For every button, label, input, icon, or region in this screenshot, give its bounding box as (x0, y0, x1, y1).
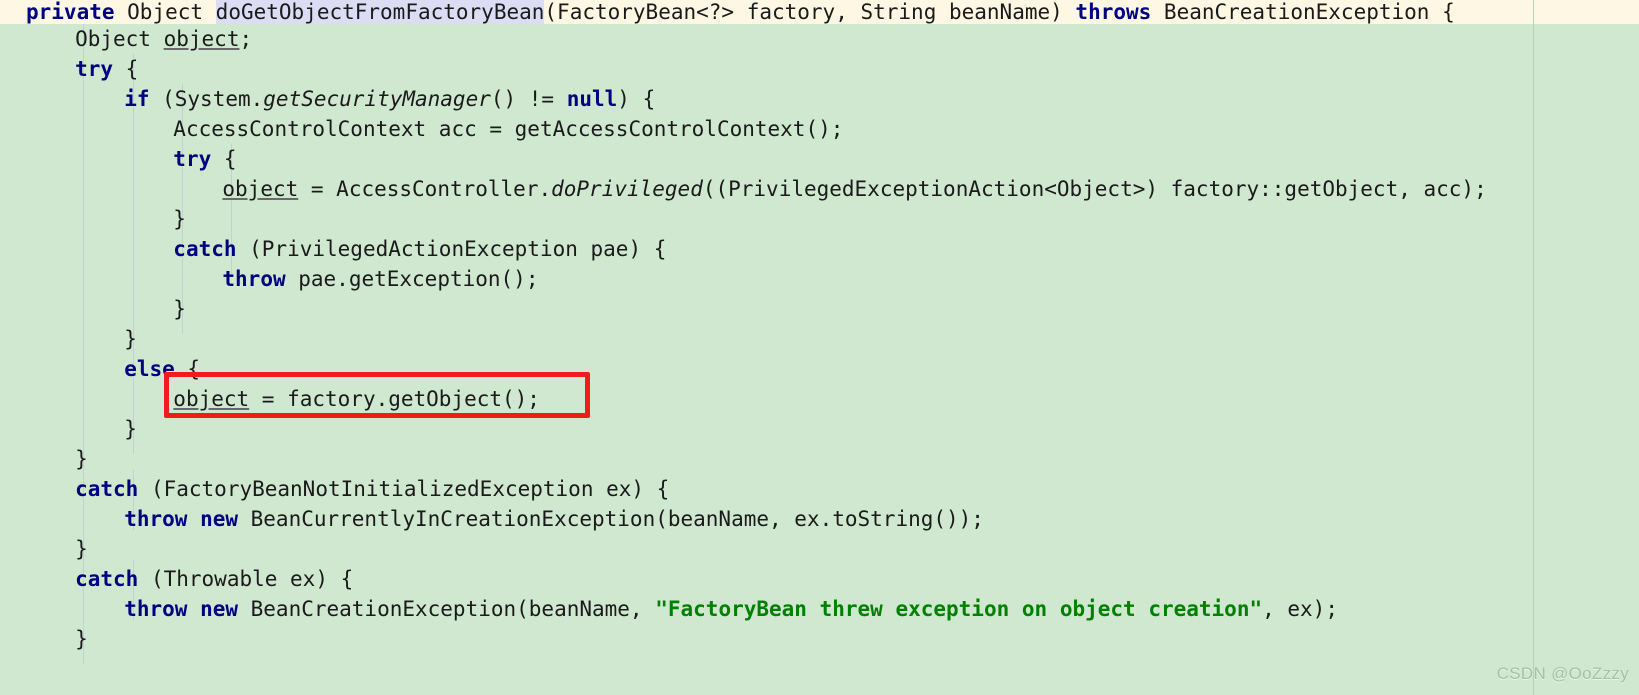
code-token-plain: BeanCurrentlyInCreationException(beanNam… (238, 507, 984, 531)
code-token-plain: } (173, 297, 186, 321)
code-token-plain: ((PrivilegedExceptionAction<Object>) fac… (702, 177, 1487, 201)
code-token-plain: { (113, 57, 139, 81)
code-token-plain: } (75, 537, 88, 561)
code-token-plain: (Throwable ex) { (138, 567, 354, 591)
code-token-kw: new (200, 597, 238, 621)
line-try-outer[interactable]: try { (0, 54, 1639, 84)
code-token-kw: catch (173, 237, 237, 261)
code-token-kw: catch (75, 477, 139, 501)
code-token-meth-it: getSecurityManager (263, 87, 491, 111)
code-token-kw: if (124, 87, 150, 111)
line-close-else[interactable]: } (0, 414, 1639, 444)
code-token-plain: BeanCreationException(beanName, (238, 597, 656, 621)
line-throw-currently[interactable]: throw new BeanCurrentlyInCreationExcepti… (0, 504, 1639, 534)
watermark-label: CSDN @OoZzzy (1496, 664, 1629, 683)
code-token-kw: else (124, 357, 175, 381)
line-throw-beancreation[interactable]: throw new BeanCreationException(beanName… (0, 594, 1639, 624)
code-token-kw: throw (222, 267, 286, 291)
line-catch-pae[interactable]: catch (PrivilegedActionException pae) { (0, 234, 1639, 264)
code-token-plain: , ex); (1262, 597, 1338, 621)
line-signature[interactable]: private Object doGetObjectFromFactoryBea… (0, 0, 1639, 24)
line-close-catch-pae[interactable]: } (0, 294, 1639, 324)
code-token-plain: } (75, 627, 88, 651)
code-token-plain: (FactoryBeanNotInitializedException ex) … (138, 477, 670, 501)
line-throw-pae[interactable]: throw pae.getException(); (0, 264, 1639, 294)
code-token-plain: (FactoryBean<?> factory, String beanName… (544, 0, 1076, 24)
code-token-plain: () != (490, 87, 567, 111)
line-highlighted-getobject[interactable]: object = factory.getObject(); (0, 384, 1639, 414)
code-token-field: object (173, 387, 250, 411)
code-token-plain: AccessControlContext acc = getAccessCont… (173, 117, 844, 141)
line-catch-notinit[interactable]: catch (FactoryBeanNotInitializedExceptio… (0, 474, 1639, 504)
line-close-try-outer[interactable]: } (0, 444, 1639, 474)
code-token-field: object (163, 27, 240, 51)
line-close-catch-throwable[interactable]: } (0, 624, 1639, 654)
code-token-kw: catch (75, 567, 139, 591)
code-token-kw: throw (124, 597, 188, 621)
code-token-plain: (PrivilegedActionException pae) { (236, 237, 667, 261)
code-token-plain: { (211, 147, 237, 171)
line-catch-throwable[interactable]: catch (Throwable ex) { (0, 564, 1639, 594)
code-editor-screenshot: private Object doGetObjectFromFactoryBea… (0, 0, 1639, 695)
line-close-catch-notinit[interactable]: } (0, 534, 1639, 564)
code-token-kw: throw (124, 507, 188, 531)
code-token-plain: pae.getException(); (285, 267, 539, 291)
code-token-meth-it: doPrivileged (551, 177, 703, 201)
code-token-kw: new (200, 507, 238, 531)
code-token-plain: { (174, 357, 201, 381)
code-token-plain: } (173, 207, 186, 231)
code-token-plain: BeanCreationException { (1151, 0, 1455, 24)
code-token-kw: private (26, 0, 115, 24)
code-token-kw: try (75, 57, 114, 81)
line-if-securitymanager[interactable]: if (System.getSecurityManager() != null)… (0, 84, 1639, 114)
line-close-try-inner[interactable]: } (0, 204, 1639, 234)
code-token-plain: = factory.getObject(); (249, 387, 540, 411)
code-token-plain: ; (239, 27, 253, 51)
code-token-field: object (222, 177, 299, 201)
code-token-plain: } (75, 447, 88, 471)
line-declare-object[interactable]: Object object; (0, 24, 1639, 54)
code-token-kw: try (173, 147, 212, 171)
code-token-str: "FactoryBean threw exception on object c… (655, 597, 1263, 621)
line-else[interactable]: else { (0, 354, 1639, 384)
code-token-plain: } (124, 327, 137, 351)
right-margin-rule (1533, 0, 1534, 695)
code-token-kw: throws (1075, 0, 1152, 24)
code-token-plain: (System. (149, 87, 264, 111)
code-token-plain: Object (75, 27, 164, 51)
code-token-plain: Object (114, 0, 216, 24)
line-try-inner[interactable]: try { (0, 144, 1639, 174)
line-acc[interactable]: AccessControlContext acc = getAccessCont… (0, 114, 1639, 144)
code-token-kw: null (566, 87, 618, 111)
code-token-plain: } (124, 417, 137, 441)
line-doprivileged[interactable]: object = AccessController.doPrivileged((… (0, 174, 1639, 204)
line-close-if[interactable]: } (0, 324, 1639, 354)
code-text-area[interactable]: private Object doGetObjectFromFactoryBea… (0, 0, 1639, 654)
code-token-plain: ) { (617, 87, 656, 111)
code-token-ident-hl: doGetObjectFromFactoryBean (215, 0, 545, 24)
code-token-plain: = AccessController. (298, 177, 552, 201)
